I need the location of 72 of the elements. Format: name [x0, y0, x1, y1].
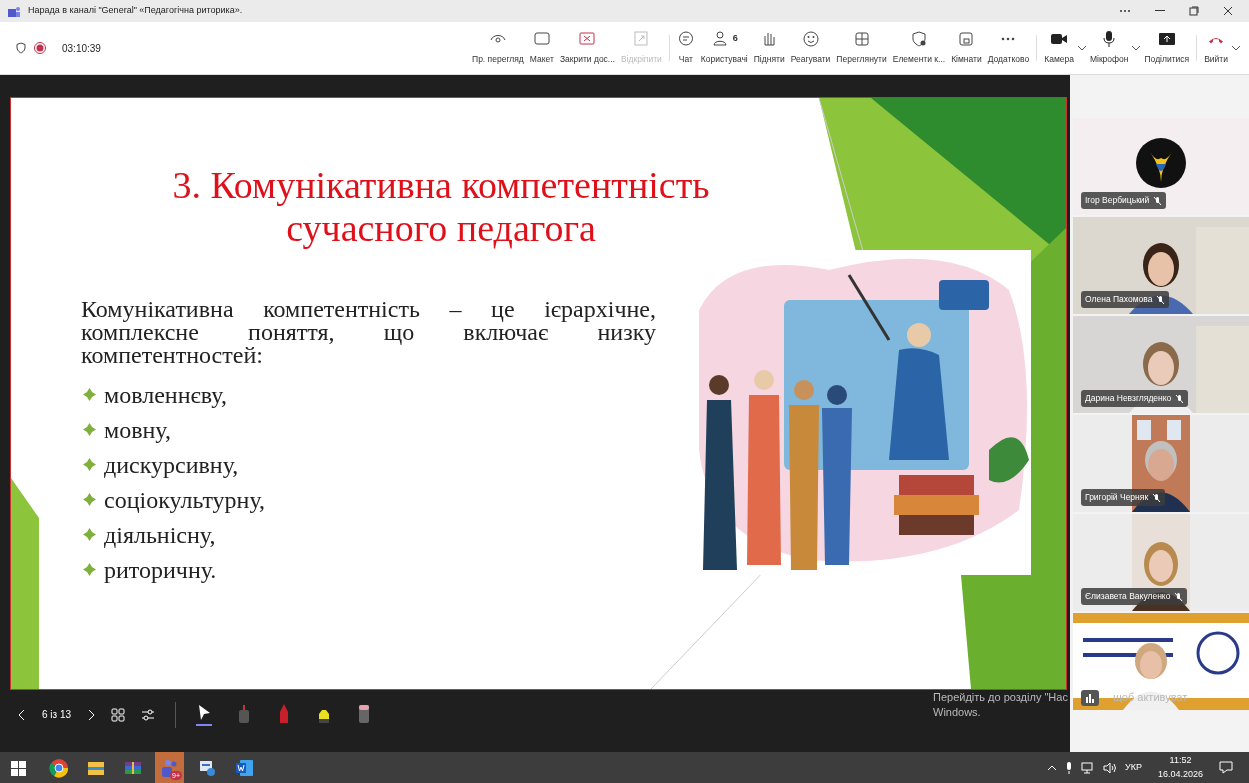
tool-button[interactable] [196, 703, 213, 726]
bullet-icon [83, 493, 96, 506]
teams-icon [8, 5, 20, 17]
toolbar-button[interactable]: Пр. перегляд [469, 30, 527, 66]
toolbar-button[interactable]: Підняти [750, 30, 788, 66]
activation-notice: Перейдіть до розділу "Нас [933, 690, 1068, 705]
rooms-icon [957, 30, 976, 49]
avatar [1136, 138, 1186, 188]
shield-icon [909, 30, 928, 49]
participant-name: Єлизавета Вакуленко [1085, 590, 1171, 603]
bullet-icon [83, 388, 96, 401]
participant-name: Олена Пахомова [1085, 293, 1153, 306]
previous-icon[interactable] [18, 708, 26, 721]
chevron-down-icon[interactable] [1076, 45, 1087, 51]
participant-name: Ігор Вербицький [1085, 194, 1150, 207]
participant-name: Григорій Черняк [1085, 491, 1149, 504]
speaker-icon[interactable] [1103, 761, 1117, 774]
toolbar-button[interactable]: Мікрофон [1086, 30, 1132, 66]
activation-notice: Windows. [933, 705, 982, 720]
grid-icon[interactable] [111, 707, 126, 722]
toolbar-button[interactable]: Закрити дос... [556, 30, 618, 66]
toolbar-button[interactable]: Вийти [1201, 30, 1231, 66]
sliders-icon[interactable] [141, 708, 156, 721]
window-title: Нарада в каналі "General" «Педагогічна риторика». [28, 4, 243, 18]
toolbar-button[interactable]: Поділитися [1141, 30, 1193, 66]
slide-paragraph: Комунікативна компетентність – це ієрархічне, комплексне поняття, що включає низку компетентностей: [81, 298, 656, 367]
bullet-text: соціокультурну, [104, 485, 266, 515]
network-icon[interactable] [1081, 761, 1095, 774]
close-icon[interactable] [1223, 6, 1233, 16]
person-icon [710, 30, 729, 49]
toolbar-button[interactable]: Додатково [984, 30, 1033, 66]
toolbar-button[interactable]: Переглянути [833, 30, 890, 66]
bullet-text: діяльнісну, [104, 520, 216, 550]
browser-icon [47, 756, 70, 779]
clock[interactable]: 11:52 16.04.2026 [1157, 754, 1203, 781]
more-icon [1001, 37, 1016, 42]
timer: 03:10:39 [62, 41, 101, 56]
toolbar-button[interactable]: Камера [1041, 30, 1077, 66]
page-counter: 6 із 13 [42, 708, 72, 722]
next-icon[interactable] [87, 708, 96, 721]
toolbar-button[interactable]: Чат [673, 30, 698, 66]
chat-icon [676, 30, 695, 49]
bullet-icon [83, 528, 96, 541]
restore-icon[interactable] [1189, 6, 1199, 16]
bullet-icon [83, 563, 96, 576]
chevron-down-icon[interactable] [1231, 45, 1241, 51]
toolbar-button[interactable]: Кімнати [948, 30, 985, 66]
chevron-down-icon[interactable] [1131, 45, 1142, 51]
slide-title: сучасного педагога [286, 207, 596, 249]
slide-title: 3. Комунікативна компетентність [172, 164, 710, 206]
participant-count: 6 [732, 32, 738, 46]
pop-out-icon [632, 30, 651, 49]
microphone-icon[interactable] [1065, 761, 1073, 774]
toolbar-button[interactable]: 6 Користувачі [697, 30, 751, 66]
participant-name: Дарина Невзгляденко [1085, 392, 1172, 405]
bullet-text: мовну, [104, 415, 171, 445]
toolbar-button[interactable]: Макет [526, 30, 557, 66]
grid-icon [852, 30, 871, 49]
bullet-text: дискурсивну, [104, 450, 239, 480]
language-indicator[interactable]: УКР [1125, 760, 1142, 775]
shield-icon [16, 42, 26, 54]
chevron-up-icon[interactable] [1047, 764, 1057, 771]
toolbar-button[interactable]: Елементи к... [889, 30, 949, 66]
more-icon[interactable] [1119, 9, 1131, 13]
toolbar-button[interactable]: Реагувати [787, 30, 834, 66]
notifications-icon[interactable] [1219, 761, 1233, 774]
bullet-icon [83, 458, 96, 471]
bullet-icon [83, 423, 96, 436]
smiley-icon [801, 30, 820, 49]
minimize-icon[interactable] [1155, 10, 1165, 12]
bullet-text: мовленнєву, [104, 380, 227, 410]
bullet-text: риторичну. [104, 555, 217, 585]
